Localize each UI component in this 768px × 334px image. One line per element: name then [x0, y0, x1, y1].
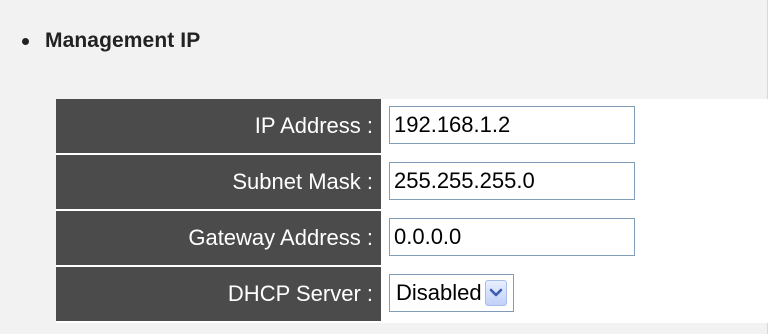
section-header: Management IP — [22, 27, 200, 55]
subnet-mask-label: Subnet Mask : — [56, 155, 381, 209]
dhcp-server-row: DHCP Server : Disabled — [56, 267, 768, 323]
dhcp-server-selected-value: Disabled — [396, 280, 482, 305]
bullet-icon — [22, 37, 29, 45]
chevron-down-icon[interactable] — [485, 280, 507, 306]
section-title: Management IP — [45, 29, 201, 52]
ip-address-row: IP Address : — [56, 99, 768, 155]
gateway-address-label: Gateway Address : — [56, 211, 381, 265]
management-ip-panel: Management IP IP Address : Subnet Mask :… — [0, 0, 768, 334]
dhcp-server-value-cell: Disabled — [381, 267, 768, 321]
subnet-mask-value-cell — [381, 155, 768, 209]
subnet-mask-input[interactable] — [389, 162, 635, 200]
ip-address-input[interactable] — [389, 106, 635, 144]
chevron-down-glyph — [489, 288, 503, 297]
dhcp-server-select[interactable]: Disabled — [389, 274, 514, 312]
gateway-address-input[interactable] — [389, 218, 635, 256]
ip-address-label: IP Address : — [56, 99, 381, 153]
dhcp-server-label: DHCP Server : — [56, 267, 381, 321]
subnet-mask-row: Subnet Mask : — [56, 155, 768, 211]
gateway-address-value-cell — [381, 211, 768, 265]
ip-address-value-cell — [381, 99, 768, 153]
gateway-address-row: Gateway Address : — [56, 211, 768, 267]
